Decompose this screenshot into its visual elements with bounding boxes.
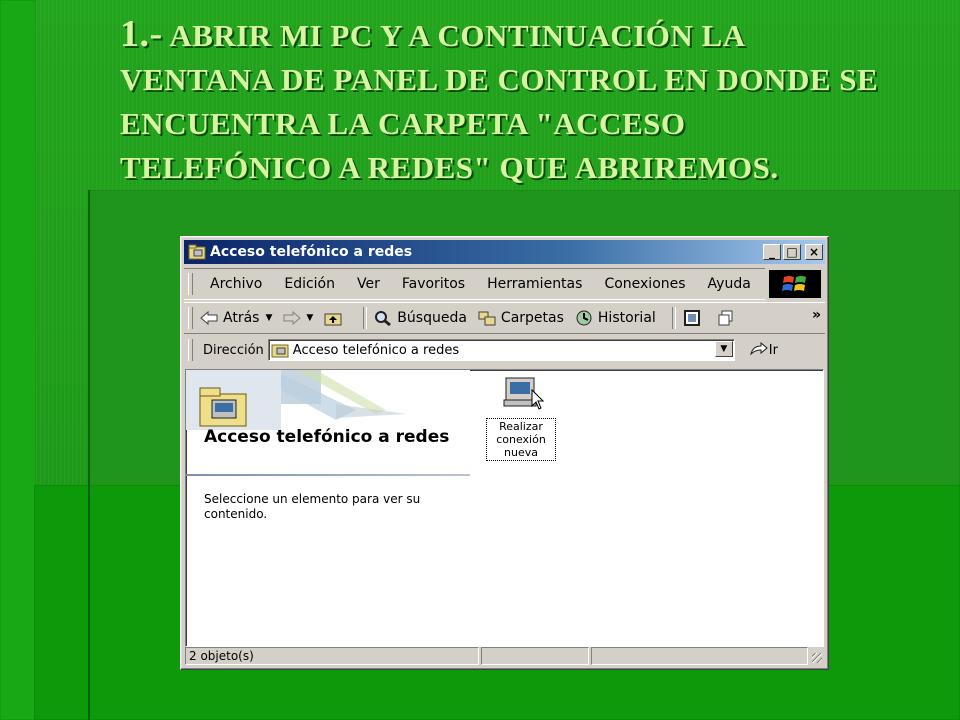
forward-dropdown-icon[interactable]: ▼: [306, 313, 313, 323]
history-label: Historial: [597, 310, 656, 326]
history-icon: [576, 310, 592, 326]
dialup-folder-icon: [271, 344, 289, 358]
windows-logo: [769, 270, 821, 298]
toolbar-more-chevron-icon[interactable]: »: [812, 307, 821, 323]
address-value: Acceso telefónico a redes: [292, 342, 460, 358]
status-pane-size: [481, 647, 589, 665]
new-connection-item[interactable]: Realizar conexión nueva: [486, 374, 556, 461]
new-connection-icon: [503, 377, 545, 410]
web-view-panel: Acceso telefónico a redes Seleccione un …: [186, 370, 470, 646]
search-label: Búsqueda: [397, 310, 467, 326]
window-title: Acceso telefónico a redes: [210, 244, 413, 260]
status-bar: 2 objeto(s): [185, 647, 824, 665]
addressbar-grip-handle[interactable]: [188, 339, 193, 361]
back-label: Atrás: [223, 310, 260, 326]
back-button[interactable]: Atrás ▼: [199, 309, 272, 327]
folders-button[interactable]: Carpetas: [477, 309, 564, 327]
go-button[interactable]: Ir: [749, 342, 778, 358]
menubar-grip-handle[interactable]: [188, 273, 193, 295]
slide-title-step: 1.-: [120, 13, 163, 55]
panel-heading: Acceso telefónico a redes: [204, 427, 450, 447]
address-label: Dirección: [203, 342, 264, 358]
slide-title: 1.- ABRIR MI PC Y A CONTINUACIÓN LA VENT…: [120, 12, 880, 190]
move-to-icon: [683, 310, 700, 326]
standard-toolbar: Atrás ▼ ▼ Búsqueda Carpetas Historial »: [184, 302, 825, 334]
folder-view: Acceso telefónico a redes Seleccione un …: [185, 369, 824, 647]
copy-to-icon: [718, 310, 733, 326]
address-bar: Dirección Acceso telefónico a redes ▼ Ir: [184, 336, 825, 364]
status-pane-zone: [591, 647, 808, 665]
menu-conexiones[interactable]: Conexiones: [593, 276, 696, 292]
slide-title-text: ABRIR MI PC Y A CONTINUACIÓN LA VENTANA …: [120, 18, 879, 185]
menu-bar: Archivo Edición Ver Favoritos Herramient…: [184, 268, 765, 300]
background-strip-left: [0, 0, 36, 720]
dialup-folder-large-icon: [199, 387, 247, 427]
copy-to-button[interactable]: [716, 309, 740, 327]
address-input[interactable]: Acceso telefónico a redes ▼: [267, 339, 735, 361]
status-object-count: 2 objeto(s): [185, 647, 479, 665]
panel-divider: [186, 474, 470, 476]
forward-button[interactable]: ▼: [282, 309, 313, 327]
menu-favoritos[interactable]: Favoritos: [391, 276, 476, 292]
history-button[interactable]: Historial: [574, 309, 656, 327]
back-arrow-icon: [200, 310, 218, 326]
folders-icon: [478, 311, 496, 326]
move-to-button[interactable]: [682, 309, 706, 327]
background-divider: [88, 190, 90, 720]
go-arrow-icon: [749, 342, 768, 356]
back-dropdown-icon[interactable]: ▼: [265, 313, 272, 323]
window-titlebar[interactable]: Acceso telefónico a redes _ □ ×: [184, 240, 825, 264]
close-button[interactable]: ×: [805, 244, 823, 260]
toolbar-separator: [363, 307, 368, 329]
up-folder-button[interactable]: [323, 309, 347, 327]
explorer-window: Acceso telefónico a redes _ □ × Archivo …: [180, 236, 829, 670]
up-folder-icon: [324, 313, 342, 326]
panel-description: Seleccione un elemento para ver su conte…: [204, 492, 421, 521]
menu-archivo[interactable]: Archivo: [199, 276, 273, 292]
dialup-folder-icon: [188, 244, 206, 260]
go-label: Ir: [768, 342, 778, 358]
resize-grip-handle[interactable]: [810, 647, 824, 665]
minimize-button[interactable]: _: [763, 244, 781, 260]
search-icon: [375, 311, 392, 327]
new-connection-label: Realizar conexión nueva: [486, 418, 556, 461]
forward-arrow-icon: [283, 310, 302, 326]
search-button[interactable]: Búsqueda: [373, 309, 467, 327]
toolbar-separator: [671, 307, 676, 329]
maximize-button[interactable]: □: [783, 244, 801, 260]
menu-ayuda[interactable]: Ayuda: [697, 276, 762, 292]
menu-herramientas[interactable]: Herramientas: [476, 276, 593, 292]
folders-label: Carpetas: [500, 310, 564, 326]
windows-flag-icon: [782, 276, 806, 291]
toolbar-grip-handle[interactable]: [188, 307, 193, 329]
menu-edicion[interactable]: Edición: [273, 276, 346, 292]
address-dropdown-icon[interactable]: ▼: [714, 341, 733, 357]
menu-ver[interactable]: Ver: [346, 276, 391, 292]
